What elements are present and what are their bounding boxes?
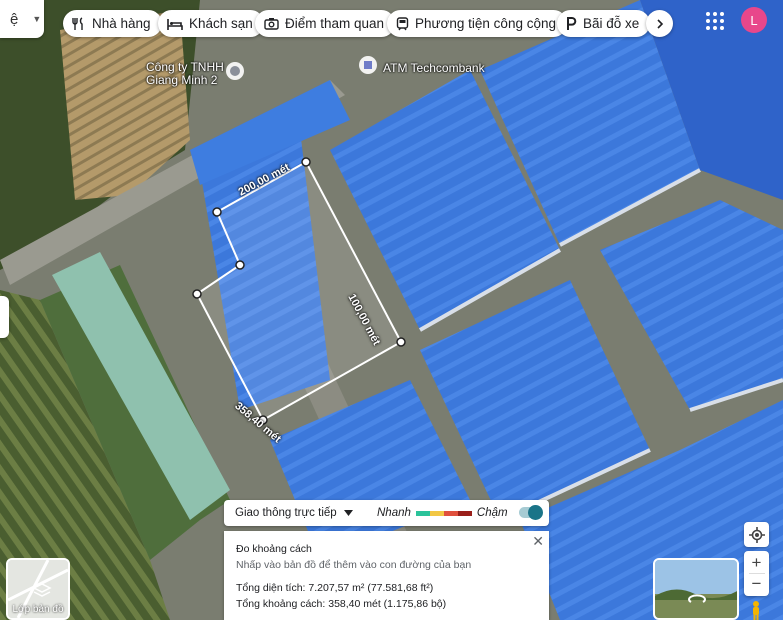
camera-icon: [264, 18, 279, 30]
chevron-down-icon[interactable]: ▼: [32, 14, 41, 24]
chip-attractions[interactable]: Điểm tham quan: [255, 10, 396, 37]
hotel-icon: [167, 18, 183, 30]
traffic-select-label: Giao thông trực tiếp: [235, 507, 337, 519]
traffic-legend: Nhanh Chậm: [377, 507, 508, 519]
my-location-button[interactable]: [744, 522, 769, 547]
transit-icon: [396, 16, 409, 30]
chip-restaurants[interactable]: Nhà hàng: [63, 10, 162, 37]
pegman-icon[interactable]: [748, 600, 764, 620]
close-icon[interactable]: ✕: [532, 533, 544, 550]
zoom-in-button[interactable]: +: [752, 553, 762, 573]
traffic-select[interactable]: Giao thông trực tiếp: [224, 507, 355, 519]
legend-swatch: [457, 510, 472, 516]
location-target-icon: [748, 526, 765, 543]
legend-fast: Nhanh: [377, 507, 411, 519]
traffic-toggle[interactable]: [519, 505, 543, 520]
satellite-map[interactable]: [0, 0, 783, 620]
chip-parking[interactable]: Bãi đỗ xe: [557, 10, 651, 37]
street-view-thumbnail[interactable]: [653, 558, 739, 620]
layers-button[interactable]: Lớp bản đồ: [6, 558, 70, 620]
search-text: ệ: [10, 10, 19, 28]
measure-distance-panel: Đo khoảng cách Nhấp vào bản đồ để thêm v…: [224, 531, 549, 620]
chip-label: Nhà hàng: [92, 16, 151, 31]
zoom-out-button[interactable]: −: [752, 574, 762, 594]
measure-distance: Tổng khoảng cách: 358,40 mét (1.175,86 b…: [236, 598, 447, 610]
place-label-atm[interactable]: ATM Techcombank: [383, 62, 485, 75]
chip-label: Bãi đỗ xe: [583, 16, 640, 31]
restaurant-icon: [72, 16, 83, 30]
avatar[interactable]: L: [741, 7, 767, 33]
measure-title: Đo khoảng cách: [236, 543, 312, 555]
parking-icon: [567, 16, 577, 30]
chip-label: Khách sạn: [189, 16, 253, 31]
traffic-bar: Giao thông trực tiếp Nhanh Chậm: [224, 500, 549, 526]
place-label-giang-minh[interactable]: Công ty TNHH Giang Minh 2: [146, 61, 224, 87]
side-panel-toggle[interactable]: [0, 296, 9, 338]
apps-grid-icon[interactable]: [705, 11, 725, 31]
street-view-image: [655, 560, 737, 618]
chevron-right-icon[interactable]: [646, 10, 673, 37]
legend-swatch: [443, 510, 458, 516]
zoom-controls: + −: [744, 551, 769, 596]
legend-slow: Chậm: [476, 507, 508, 519]
caret-down-icon: [343, 510, 353, 516]
chip-hotels[interactable]: Khách sạn: [158, 10, 264, 37]
legend-swatch: [429, 510, 444, 516]
chip-transit[interactable]: Phương tiện công cộng: [387, 10, 567, 37]
chip-label: Điểm tham quan: [285, 16, 385, 31]
measure-area: Tổng diện tích: 7.207,57 m² (77.581,68 f…: [236, 582, 434, 594]
legend-swatch: [415, 510, 430, 516]
measure-hint: Nhấp vào bản đồ để thêm vào con đường củ…: [236, 559, 472, 571]
layers-label: Lớp bản đồ: [12, 604, 64, 615]
search-box[interactable]: ệ ▼: [0, 0, 44, 38]
chip-label: Phương tiện công cộng: [415, 16, 556, 31]
